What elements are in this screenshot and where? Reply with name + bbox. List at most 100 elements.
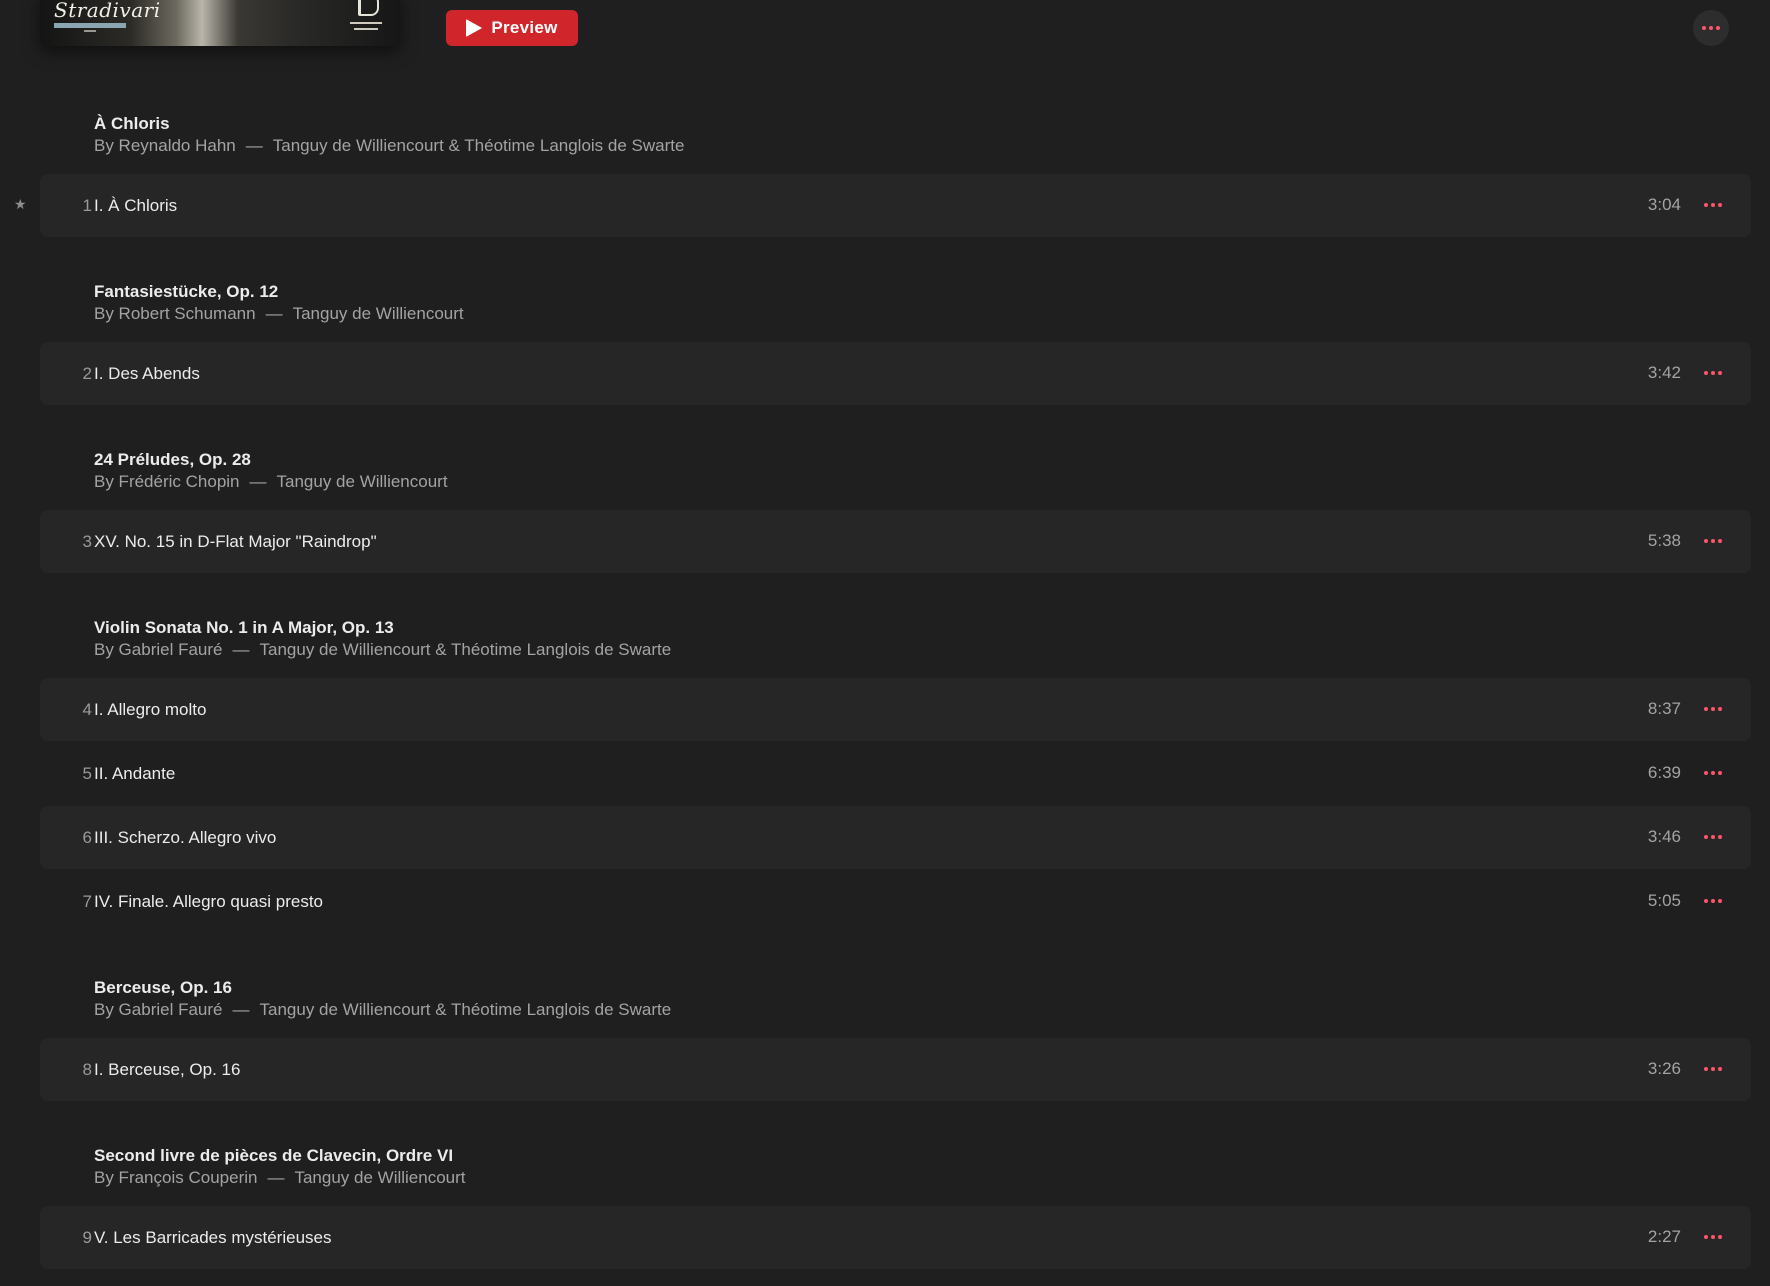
album-artwork[interactable]: Stradivari [40,0,400,46]
track-duration: 3:42 [1647,363,1681,382]
track-duration: 3:46 [1647,827,1681,846]
work-performers[interactable]: Tanguy de Williencourt [294,1168,465,1187]
work-header: Fantasiestücke, Op. 12 By Robert Schuman… [94,281,1694,325]
track-row[interactable]: 4 I. Allegro molto 8:37 [40,678,1751,741]
track-duration: 2:27 [1647,1227,1681,1246]
track-more-button[interactable] [1699,1058,1727,1080]
work-title: Berceuse, Op. 16 [94,978,232,997]
work-title: Second livre de pièces de Clavecin, Ordr… [94,1146,454,1165]
work-composer[interactable]: By Gabriel Fauré [94,1000,223,1019]
track-duration: 6:39 [1647,763,1681,782]
work-credits: By Gabriel Fauré — Tanguy de Williencourt … [94,999,1694,1021]
track-title: I. À Chloris [94,196,178,215]
philharmonie-mark [358,0,379,16]
track-more-button[interactable] [1699,194,1727,216]
track-number: 2 [82,364,92,383]
track-duration: 5:38 [1647,531,1681,550]
work-performers[interactable]: Tanguy de Williencourt [277,472,448,491]
more-icon [1704,1067,1722,1071]
work-credits: By François Couperin — Tanguy de Willienco… [94,1167,1694,1189]
work-title: Fantasiestücke, Op. 12 [94,282,279,301]
work-composer[interactable]: By Gabriel Fauré [94,640,223,659]
logo-line [354,28,378,30]
star-icon: ★ [14,196,27,212]
track-title: I. Des Abends [94,364,200,383]
track-row[interactable]: 8 I. Berceuse, Op. 16 3:26 [40,1038,1751,1101]
work-title: 24 Préludes, Op. 28 [94,450,251,469]
track-duration: 8:37 [1647,699,1681,718]
work-performers[interactable]: Tanguy de Williencourt & Théotime Langlo… [260,640,672,659]
track-number: 5 [82,764,92,783]
track-number: 3 [82,532,92,551]
more-icon [1704,371,1722,375]
track-row[interactable]: 6 III. Scherzo. Allegro vivo 3:46 [40,806,1751,869]
track-title: I. Allegro molto [94,700,207,719]
track-more-button[interactable] [1699,826,1727,848]
track-duration: 5:05 [1647,891,1681,910]
work-header: Berceuse, Op. 16 By Gabriel Fauré — Tanguy… [94,977,1694,1021]
track-row[interactable]: 7 IV. Finale. Allegro quasi presto 5:05 [40,870,1751,933]
track-title: IV. Finale. Allegro quasi presto [94,892,324,911]
track-row[interactable]: 3 XV. No. 15 in D-Flat Major "Raindrop" … [40,510,1751,573]
work-composer[interactable]: By Frédéric Chopin [94,472,240,491]
work-title: À Chloris [94,114,170,133]
track-more-button[interactable] [1699,1226,1727,1248]
track-more-button[interactable] [1699,530,1727,552]
track-number: 4 [82,700,92,719]
track-number: 8 [82,1060,92,1079]
track-more-button[interactable] [1699,362,1727,384]
album-header: Stradivari Preview [0,0,1770,70]
more-icon [1704,707,1722,711]
track-number: 6 [82,828,92,847]
credit-separator: — [267,1168,285,1187]
work-performers[interactable]: Tanguy de Williencourt [293,304,464,323]
credit-separator: — [265,304,283,323]
work-header: 24 Préludes, Op. 28 By Frédéric Chopin — T… [94,449,1694,493]
work-composer[interactable]: By Reynaldo Hahn [94,136,236,155]
work-composer[interactable]: By Robert Schumann [94,304,256,323]
play-icon [466,19,483,37]
track-row[interactable]: 1 I. À Chloris 3:04 [40,174,1751,237]
preview-button-label: Preview [491,18,558,37]
track-row[interactable]: 2 I. Des Abends 3:42 [40,342,1751,405]
work-header: Second livre de pièces de Clavecin, Ordr… [94,1145,1694,1189]
work-credits: By Gabriel Fauré — Tanguy de Williencourt … [94,639,1694,661]
more-icon [1704,539,1722,543]
logo-band [54,23,126,28]
track-more-button[interactable] [1699,762,1727,784]
work-credits: By Frédéric Chopin — Tanguy de Williencour… [94,471,1694,493]
track-duration: 3:26 [1647,1059,1681,1078]
philharmonie-logo [346,0,386,38]
more-icon [1704,203,1722,207]
track-title: V. Les Barricades mystérieuses [94,1228,332,1247]
logo-tiny-mark [84,30,96,32]
track-row[interactable]: 5 II. Andante 6:39 [40,742,1751,805]
work-composer[interactable]: By François Couperin [94,1168,257,1187]
track-more-button[interactable] [1699,890,1727,912]
work-header: Violin Sonata No. 1 in A Major, Op. 13 B… [94,617,1694,661]
track-title: III. Scherzo. Allegro vivo [94,828,277,847]
credit-separator: — [245,136,263,155]
more-icon [1704,899,1722,903]
track-title: I. Berceuse, Op. 16 [94,1060,241,1079]
more-icon [1704,835,1722,839]
credit-separator: — [232,1000,250,1019]
work-performers[interactable]: Tanguy de Williencourt & Théotime Langlo… [273,136,685,155]
track-row[interactable]: 9 V. Les Barricades mystérieuses 2:27 [40,1206,1751,1269]
credit-separator: — [232,640,250,659]
credit-separator: — [249,472,267,491]
preview-button[interactable]: Preview [446,10,578,46]
track-number: 7 [82,892,92,911]
work-header: À Chloris By Reynaldo Hahn — Tanguy de Wil… [94,113,1694,157]
track-number: 1 [82,196,92,215]
more-icon [1704,771,1722,775]
more-icon [1704,1235,1722,1239]
track-title: II. Andante [94,764,176,783]
track-more-button[interactable] [1699,698,1727,720]
work-credits: By Robert Schumann — Tanguy de Williencour… [94,303,1694,325]
track-number: 9 [82,1228,92,1247]
work-performers[interactable]: Tanguy de Williencourt & Théotime Langlo… [260,1000,672,1019]
more-icon [1702,26,1720,30]
album-more-button[interactable] [1693,10,1729,46]
stradivari-logo-text: Stradivari [54,0,161,22]
